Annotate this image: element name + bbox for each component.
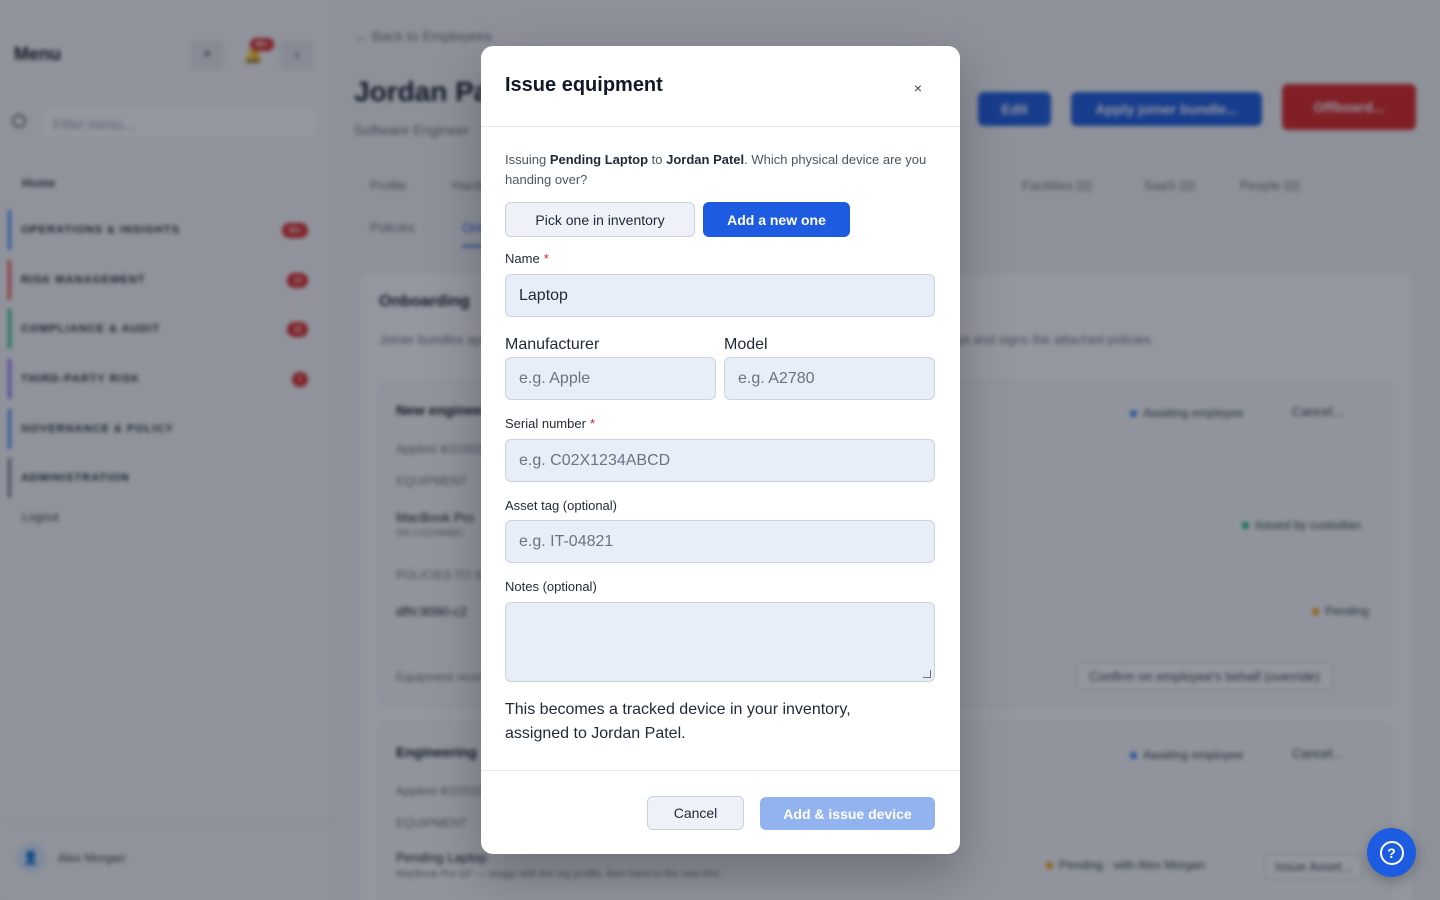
notes-textarea[interactable]: [505, 602, 935, 682]
help-circle-icon: ?: [1379, 840, 1404, 865]
asset-tag-input[interactable]: e.g. IT-04821: [505, 520, 935, 563]
add-and-issue-button[interactable]: Add & issue device: [760, 797, 935, 830]
issue-equipment-modal: Issue equipment × Issuing Pending Laptop…: [481, 46, 960, 854]
modal-header: Issue equipment ×: [481, 46, 960, 127]
close-button[interactable]: ×: [907, 77, 929, 99]
notes-label: Notes (optional): [505, 579, 597, 594]
required-mark: *: [589, 416, 595, 431]
asset-tag-label: Asset tag (optional): [505, 498, 618, 513]
pick-from-inventory-button[interactable]: Pick one in inventory: [505, 202, 695, 237]
close-icon: ×: [913, 80, 923, 96]
add-new-device-button[interactable]: Add a new one: [703, 202, 850, 237]
name-input[interactable]: Laptop: [505, 274, 935, 317]
resize-handle-icon[interactable]: [923, 670, 931, 678]
model-label: Model: [724, 336, 768, 353]
intro-item: Pending Laptop: [549, 152, 649, 167]
modal-footer: Cancel Add & issue device: [481, 770, 960, 854]
model-input[interactable]: e.g. A2780: [724, 357, 935, 400]
manufacturer-input[interactable]: e.g. Apple: [505, 357, 716, 400]
manufacturer-label: Manufacturer: [505, 336, 600, 353]
name-label: Name *: [505, 251, 549, 266]
tracked-device-note: This becomes a tracked device in your in…: [505, 701, 851, 742]
modal-title: Issue equipment: [505, 74, 663, 96]
cancel-button[interactable]: Cancel: [647, 796, 744, 830]
serial-label: Serial number *: [505, 416, 595, 431]
serial-input[interactable]: e.g. C02X1234ABCD: [505, 439, 935, 482]
intro-person: Jordan Patel: [666, 152, 745, 167]
required-mark: *: [543, 251, 549, 266]
help-button[interactable]: ?: [1367, 828, 1416, 877]
modal-intro: Issuing Pending Laptop to Jordan Patel. …: [505, 152, 927, 187]
